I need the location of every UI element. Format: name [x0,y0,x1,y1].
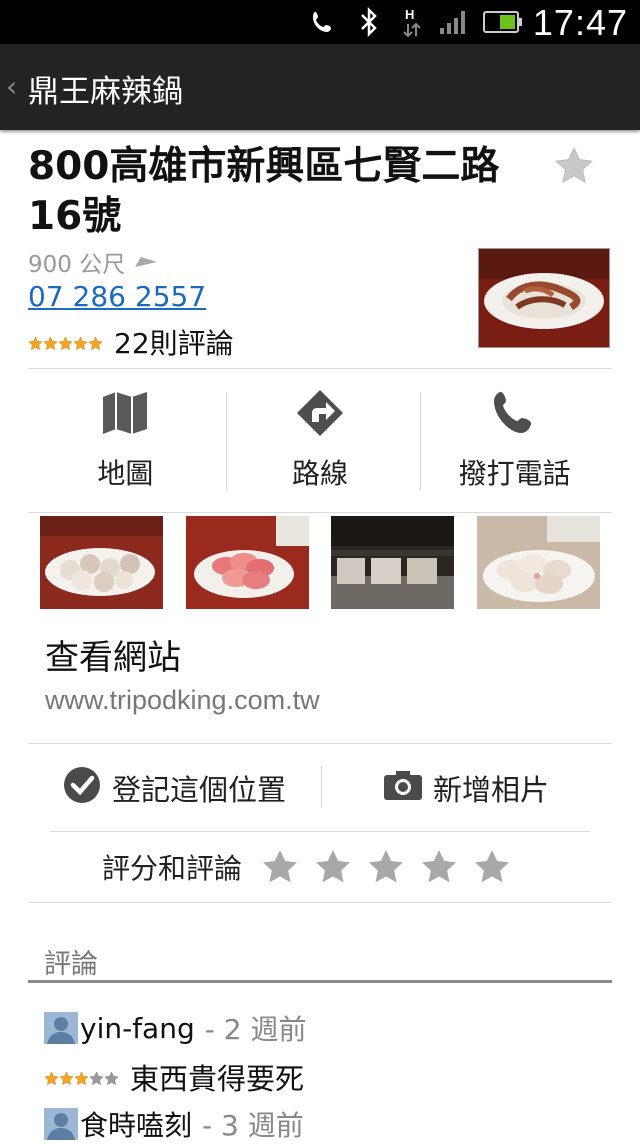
avatar [44,1012,78,1044]
photo-thumbnail[interactable] [40,516,163,609]
missed-call-icon [310,8,336,36]
battery-icon [482,8,524,36]
review-text: 東西貴得要死 [130,1062,305,1096]
map-button[interactable]: 地圖 [28,380,223,500]
map-label: 地圖 [97,456,154,490]
rate-and-review[interactable]: 評分和評論 [50,832,590,902]
website-label: 查看網站 [45,638,181,678]
rate-stars[interactable] [260,847,512,887]
reviews-heading: 評論 [44,949,98,980]
reviews-heading-underline [28,980,612,983]
divider [321,766,322,808]
photo-strip [40,516,600,609]
rating-summary[interactable]: 22則評論 [28,322,234,362]
review-rating-stars [44,1060,120,1094]
distance-text: 900 公尺 [28,252,126,278]
status-bar: H 17:47 [0,0,640,44]
rate-star-3-icon[interactable] [366,847,406,887]
divider [28,368,612,369]
phone-link[interactable]: 07 286 2557 [28,280,206,313]
review-item[interactable]: 食時嗑刻 - 3 週前 [44,1104,304,1144]
place-thumbnail[interactable] [478,248,610,348]
rate-star-1-icon[interactable] [260,847,300,887]
review-time: - 3 週前 [202,1109,304,1142]
website-url: www.tripodking.com.tw [45,685,320,715]
favorite-star-icon[interactable] [553,145,595,187]
rating-stars [28,326,104,359]
rate-label: 評分和評論 [102,852,243,885]
divider [28,902,612,903]
review-author: 食時嗑刻 [80,1109,193,1142]
page-title[interactable]: 鼎王麻辣鍋 [28,66,183,111]
distance-info: 900 公尺 [28,245,159,279]
divider [28,512,612,513]
place-address: 800高雄市新興區七賢二路16號 [28,144,500,239]
action-buttons: 地圖 路線 撥打電話 [28,380,612,500]
checkin-button[interactable]: 登記這個位置 [28,765,320,812]
map-icon [100,389,150,444]
camera-icon [383,769,423,808]
photo-thumbnail[interactable] [331,516,455,609]
directions-icon [295,389,345,444]
svg-text:H: H [405,7,414,22]
divider [420,392,421,490]
checkin-row: 登記這個位置 新增相片 [28,744,612,832]
rate-star-5-icon[interactable] [472,847,512,887]
call-label: 撥打電話 [458,456,571,490]
review-time: - 2 週前 [204,1013,307,1046]
action-bar: ‹ 鼎王麻辣鍋 [0,44,640,130]
rate-star-4-icon[interactable] [419,847,459,887]
phone-icon [490,389,540,444]
signal-icon [438,8,470,36]
call-button[interactable]: 撥打電話 [417,380,612,500]
avatar [44,1108,78,1140]
checkin-label: 登記這個位置 [111,773,286,807]
checkmark-icon [62,765,102,812]
add-photo-label: 新增相片 [432,773,549,807]
website-link[interactable]: 查看網站 www.tripodking.com.tw [45,630,320,716]
directions-button[interactable]: 路線 [223,380,418,500]
clock: 17:47 [532,2,628,43]
directions-label: 路線 [292,456,349,490]
review-item[interactable]: yin-fang - 2 週前 東西貴得要死 [44,1008,306,1098]
photo-thumbnail[interactable] [476,516,600,609]
bluetooth-icon [358,7,380,37]
back-chevron-icon[interactable]: ‹ [6,70,17,103]
add-photo-button[interactable]: 新增相片 [320,767,612,809]
data-hspa-icon: H [400,7,426,38]
direction-arrow-icon [133,249,159,275]
review-count: 22則評論 [114,327,234,360]
divider [226,392,227,490]
photo-thumbnail[interactable] [185,516,309,609]
review-author: yin-fang [80,1011,195,1045]
rate-star-2-icon[interactable] [313,847,353,887]
